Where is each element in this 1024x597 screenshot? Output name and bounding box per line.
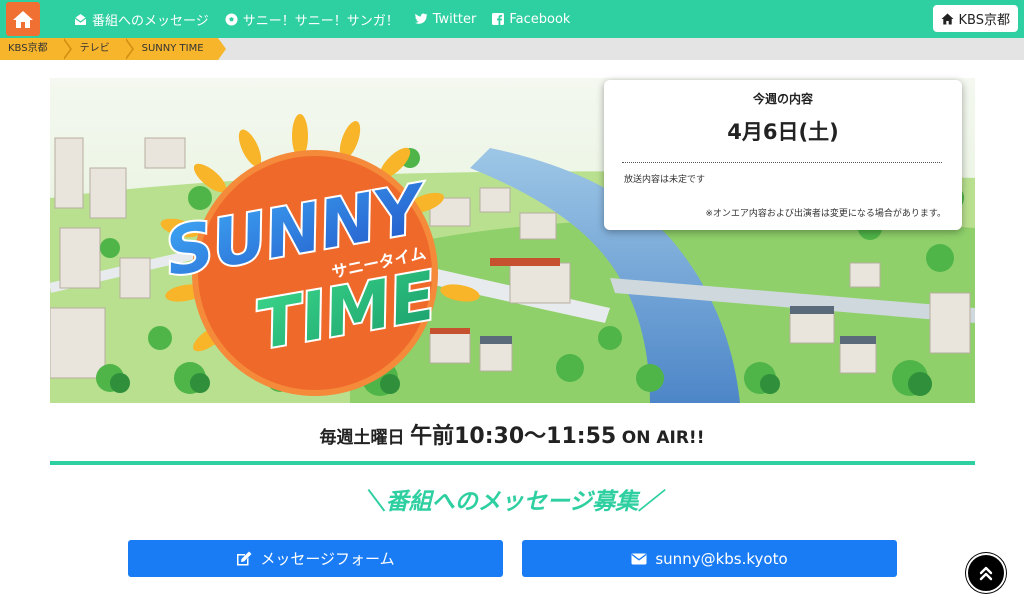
home-icon bbox=[941, 13, 954, 24]
on-air-label: ON AIR!! bbox=[621, 428, 705, 448]
envelope-icon bbox=[631, 553, 647, 564]
scroll-to-top-button[interactable] bbox=[966, 553, 1006, 593]
nav-link-twitter[interactable]: Twitter bbox=[414, 11, 477, 27]
envelope-open-icon bbox=[74, 13, 87, 25]
air-days: 毎週土曜日 bbox=[319, 428, 405, 448]
breadcrumb: KBS京都 テレビ SUNNY TIME bbox=[0, 38, 226, 60]
email-label: sunny@kbs.kyoto bbox=[655, 549, 788, 568]
message-form-button[interactable]: メッセージフォーム bbox=[128, 540, 503, 577]
edit-icon bbox=[237, 551, 252, 566]
breadcrumb-item-kbs[interactable]: KBS京都 bbox=[0, 38, 72, 60]
nav-links: 番組へのメッセージ サニー！サニー！サンガ！ Twitter Facebook bbox=[74, 0, 570, 38]
change-notice: ※オンエア内容および出演者は変更になる場合があります。 bbox=[705, 209, 946, 219]
soccer-ball-icon bbox=[225, 13, 238, 25]
breadcrumb-bar: KBS京都 テレビ SUNNY TIME bbox=[0, 38, 1024, 60]
breadcrumb-item-current: SUNNY TIME bbox=[123, 38, 226, 60]
nav-link-label: サニー！サニー！サンガ！ bbox=[242, 13, 399, 29]
home-icon bbox=[13, 11, 33, 28]
section-divider bbox=[50, 461, 975, 465]
nav-link-label: 番組へのメッセージ bbox=[92, 13, 209, 29]
top-navbar: 番組へのメッセージ サニー！サニー！サンガ！ Twitter Facebook bbox=[0, 0, 1024, 38]
broadcast-date: 4月6日(土) bbox=[727, 120, 839, 144]
air-time: 毎週土曜日 午前10:30～11:55 ON AIR!! bbox=[0, 418, 1024, 450]
double-chevron-up-icon bbox=[979, 566, 993, 581]
twitter-icon bbox=[414, 13, 428, 24]
kbs-kyoto-button[interactable]: KBS京都 bbox=[932, 5, 1018, 32]
message-section-title: ＼番組へのメッセージ募集／ bbox=[362, 489, 662, 515]
nav-link-message[interactable]: 番組へのメッセージ bbox=[74, 10, 209, 29]
facebook-icon bbox=[492, 13, 505, 25]
nav-link-facebook[interactable]: Facebook bbox=[492, 12, 570, 27]
broadcast-description: 放送内容は未定です bbox=[624, 175, 706, 185]
weekly-content-heading: 今週の内容 bbox=[752, 92, 813, 106]
nav-link-label: Facebook bbox=[509, 11, 571, 27]
email-button[interactable]: sunny@kbs.kyoto bbox=[522, 540, 897, 577]
kbs-kyoto-label: KBS京都 bbox=[958, 13, 1010, 28]
weekly-content-card: 今週の内容 4月6日(土) 放送内容は未定です ※オンエア内容および出演者は変更… bbox=[604, 80, 962, 230]
home-button[interactable] bbox=[6, 2, 40, 36]
nav-link-sanga[interactable]: サニー！サニー！サンガ！ bbox=[225, 10, 399, 29]
message-form-label: メッセージフォーム bbox=[260, 550, 395, 568]
nav-link-label: Twitter bbox=[432, 11, 477, 27]
dotted-divider bbox=[622, 162, 942, 163]
air-time-range: 午前10:30～11:55 bbox=[410, 424, 617, 449]
